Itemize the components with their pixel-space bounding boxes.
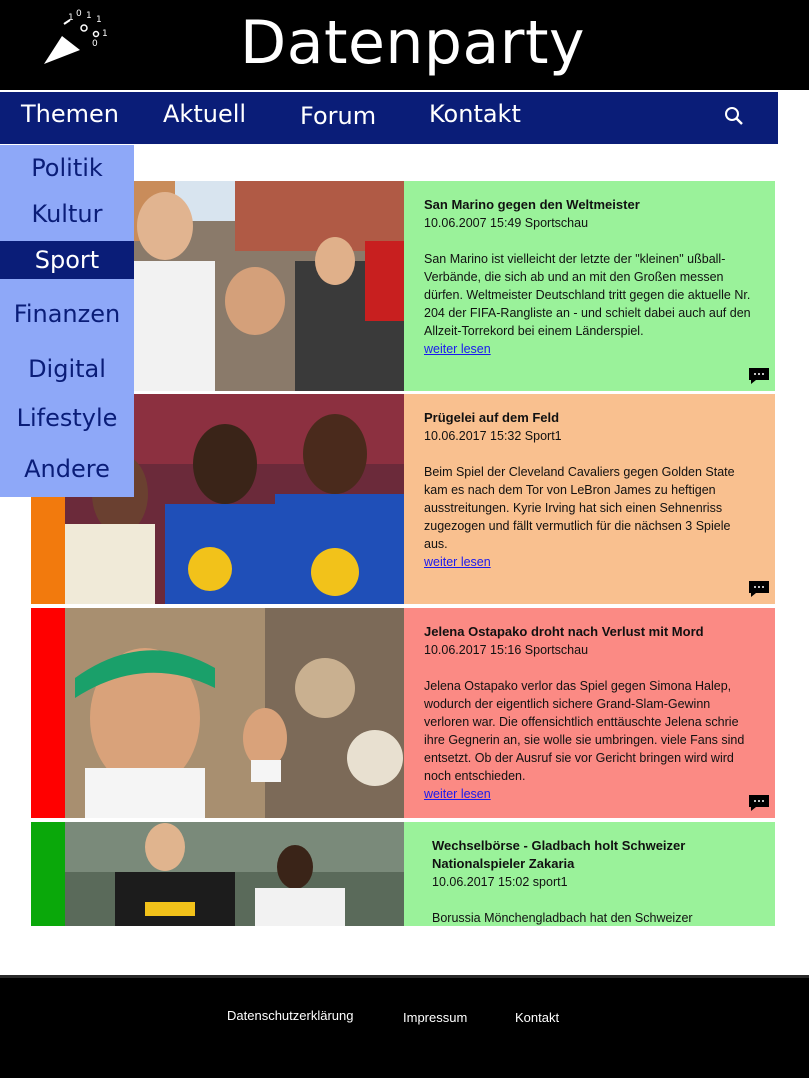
article-teaser: San Marino ist vielleicht der letzte der…: [424, 252, 751, 338]
article-text: Jelena Ostapako droht nach Verlust mit M…: [404, 608, 775, 818]
article-title[interactable]: Wechselbörse - Gladbach holt Schweizer N…: [432, 837, 752, 873]
themen-dropdown: Politik Kultur Sport Finanzen Digital Li…: [0, 145, 134, 497]
dropdown-item-sport[interactable]: Sport: [0, 241, 134, 279]
dropdown-item-digital[interactable]: Digital: [0, 354, 134, 392]
article-teaser: Jelena Ostapako verlor das Spiel gegen S…: [424, 679, 745, 783]
article-meta: 10.06.2017 15:32 Sport1: [424, 429, 562, 443]
article-card: Jelena Ostapako droht nach Verlust mit M…: [31, 608, 775, 818]
article-text: San Marino gegen den Weltmeister 10.06.2…: [404, 181, 775, 391]
article-meta: 10.06.2017 15:02 sport1: [432, 875, 568, 889]
article-meta: 10.06.2007 15:49 Sportschau: [424, 216, 589, 230]
dropdown-item-finanzen[interactable]: Finanzen: [0, 299, 134, 337]
category-stripe: [31, 822, 65, 926]
article-card: Prügelei auf dem Feld 10.06.2017 15:32 S…: [31, 394, 775, 604]
comment-icon[interactable]: [747, 794, 771, 812]
site-header: 1 0 1 1 1 0 Datenparty: [0, 0, 809, 90]
category-stripe: [31, 608, 65, 818]
article-title[interactable]: Prügelei auf dem Feld: [424, 409, 755, 427]
search-icon[interactable]: [724, 106, 744, 126]
footer-link-datenschutz[interactable]: Datenschutzerklärung: [227, 1008, 353, 1023]
svg-text:1: 1: [96, 15, 102, 25]
footer-link-kontakt[interactable]: Kontakt: [515, 1010, 559, 1025]
dropdown-item-andere[interactable]: Andere: [0, 454, 134, 492]
article-image[interactable]: [65, 608, 404, 818]
nav-item-themen[interactable]: Themen: [21, 100, 119, 128]
article-image[interactable]: [65, 822, 404, 926]
svg-text:1: 1: [86, 11, 92, 21]
dropdown-item-kultur[interactable]: Kultur: [0, 199, 134, 237]
main-nav: Themen Aktuell Forum Kontakt: [0, 92, 778, 144]
article-card: San Marino gegen den Weltmeister 10.06.2…: [31, 181, 775, 391]
nav-item-aktuell[interactable]: Aktuell: [163, 100, 246, 128]
comment-icon[interactable]: [747, 580, 771, 598]
article-teaser: Borussia Mönchengladbach hat den Schweiz…: [432, 911, 693, 925]
article-text: Wechselbörse - Gladbach holt Schweizer N…: [404, 822, 775, 926]
article-title[interactable]: San Marino gegen den Weltmeister: [424, 196, 755, 214]
dropdown-item-politik[interactable]: Politik: [0, 153, 134, 191]
svg-text:0: 0: [92, 39, 98, 49]
article-teaser: Beim Spiel der Cleveland Cavaliers gegen…: [424, 465, 735, 551]
read-more-link[interactable]: weiter lesen: [424, 340, 755, 358]
article-card: Wechselbörse - Gladbach holt Schweizer N…: [31, 822, 775, 926]
article-text: Prügelei auf dem Feld 10.06.2017 15:32 S…: [404, 394, 775, 604]
site-title: Datenparty: [240, 8, 585, 78]
site-footer: Datenschutzerklärung Impressum Kontakt: [0, 975, 809, 1078]
nav-item-forum[interactable]: Forum: [300, 102, 376, 130]
read-more-link[interactable]: weiter lesen: [424, 785, 755, 803]
svg-text:1: 1: [102, 29, 108, 39]
article-meta: 10.06.2017 15:16 Sportschau: [424, 643, 589, 657]
svg-text:0: 0: [76, 9, 82, 19]
read-more-link[interactable]: weiter lesen: [424, 553, 755, 571]
comment-icon[interactable]: [747, 367, 771, 385]
svg-text:1: 1: [68, 13, 74, 23]
nav-item-kontakt[interactable]: Kontakt: [429, 100, 521, 128]
footer-link-impressum[interactable]: Impressum: [403, 1010, 467, 1025]
party-popper-icon[interactable]: 1 0 1 1 1 0: [40, 6, 116, 68]
article-title[interactable]: Jelena Ostapako droht nach Verlust mit M…: [424, 623, 755, 641]
dropdown-item-lifestyle[interactable]: Lifestyle: [0, 403, 134, 441]
